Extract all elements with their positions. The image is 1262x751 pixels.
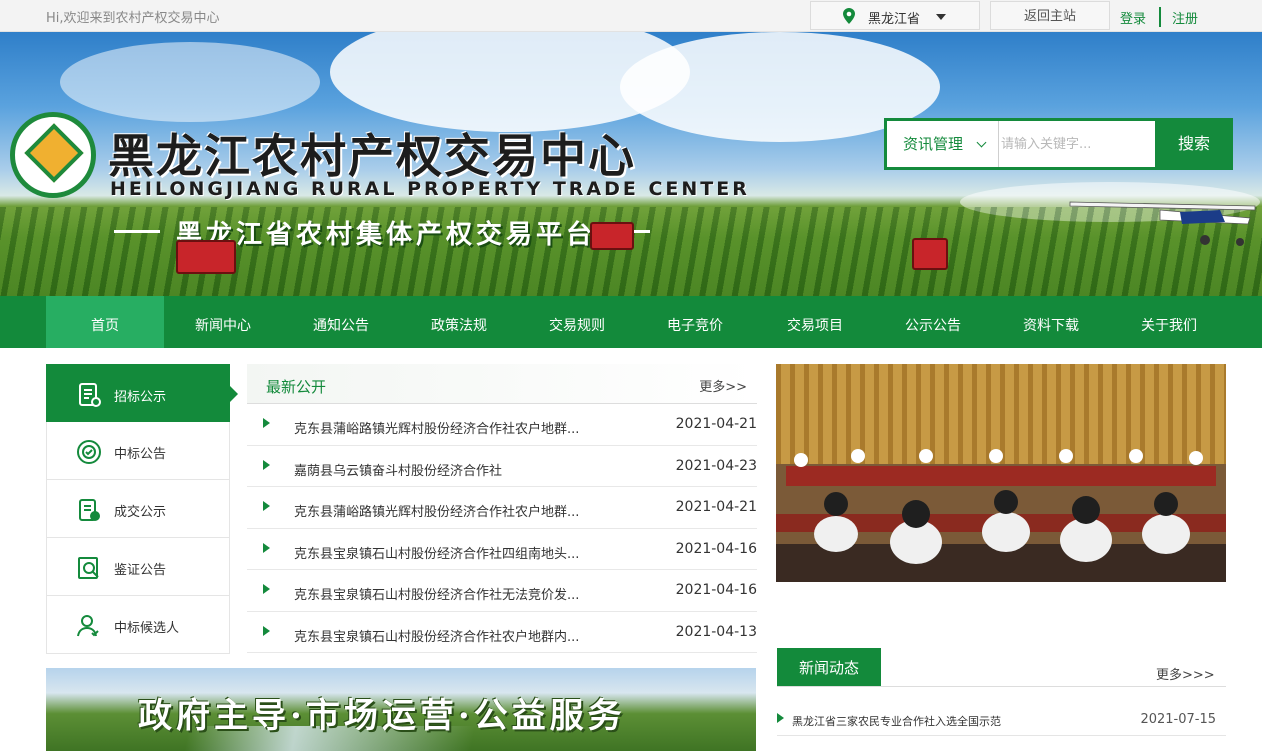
- list-item-title: 克东县蒲峪路镇光辉村股份经济合作社农户地群...: [294, 422, 580, 437]
- region-label: 黑龙江省: [868, 12, 921, 27]
- divider: [1159, 7, 1161, 27]
- side-item-label: 鉴证公告: [114, 563, 167, 578]
- meeting-photo-image: [776, 364, 1226, 582]
- nav-item-home[interactable]: 首页: [46, 296, 164, 348]
- news-item-title: 黑龙江省三家农民专业合作社入选全国示范: [792, 715, 1001, 728]
- location-pin-icon: [843, 8, 855, 24]
- side-item-certification-notice[interactable]: 鉴证公告: [46, 538, 230, 596]
- search-category-label: 资讯管理: [903, 135, 964, 153]
- latest-list: 最新公开 更多>> 克东县蒲峪路镇光辉村股份经济合作社农户地群... 2021-…: [247, 364, 757, 653]
- more-link[interactable]: 更多>>: [699, 376, 747, 395]
- search-category-dropdown[interactable]: 资讯管理: [887, 121, 999, 167]
- news-item[interactable]: 黑龙江省三家农民专业合作社入选全国示范 2021-07-15: [777, 706, 1226, 736]
- side-item-deal-publicity[interactable]: 成交公示: [46, 480, 230, 538]
- side-item-label: 中标公告: [114, 447, 167, 462]
- triangle-bullet-icon: [263, 584, 270, 594]
- register-link[interactable]: 注册: [1172, 8, 1198, 27]
- section-title: 最新公开: [266, 378, 327, 396]
- airplane-image: [1069, 201, 1256, 246]
- latest-header: 最新公开 更多>>: [247, 364, 757, 404]
- award-badge-icon: [77, 440, 101, 464]
- site-subtitle-en: HEILONGJIANG RURAL PROPERTY TRADE CENTER: [110, 178, 750, 200]
- caret-down-icon: [936, 14, 946, 20]
- side-menu: 招标公示 中标公告 成交公示 鉴证公告 中标候选人: [46, 364, 238, 654]
- side-item-candidates[interactable]: 中标候选人: [46, 596, 230, 654]
- triangle-bullet-icon: [777, 713, 784, 723]
- slogan-banner[interactable]: 政府主导·市场运营·公益服务: [46, 668, 756, 751]
- tractor-image: [176, 240, 236, 274]
- triangle-bullet-icon: [263, 625, 270, 636]
- clipboard-check-icon: [79, 499, 100, 521]
- top-bar: Hi,欢迎来到农村产权交易中心 黑龙江省 返回主站 登录 注册: [0, 0, 1262, 32]
- tractor-image: [912, 238, 948, 270]
- side-item-label: 中标候选人: [114, 621, 180, 636]
- cloud-shape: [60, 42, 320, 122]
- side-item-label: 成交公示: [114, 505, 167, 520]
- triangle-bullet-icon: [263, 542, 270, 553]
- tractor-image: [590, 222, 634, 250]
- back-home-button[interactable]: 返回主站: [990, 1, 1110, 30]
- news-tab[interactable]: 新闻动态: [777, 648, 881, 686]
- list-item-title: 克东县宝泉镇石山村股份经济合作社农户地群内...: [294, 629, 580, 645]
- search-box: 资讯管理 搜索: [884, 118, 1233, 170]
- nav-item-about[interactable]: 关于我们: [1110, 296, 1228, 348]
- triangle-bullet-icon: [263, 501, 270, 511]
- search-input[interactable]: [1001, 125, 1151, 163]
- list-item-date: 2021-04-21: [675, 499, 757, 515]
- nav-item-projects[interactable]: 交易项目: [756, 296, 874, 348]
- chevron-down-icon: [976, 137, 987, 148]
- news-more-link[interactable]: 更多>>>: [1156, 664, 1215, 683]
- list-item-title: 嘉荫县乌云镇奋斗村股份经济合作社: [294, 463, 503, 479]
- search-button[interactable]: 搜索: [1155, 118, 1233, 170]
- side-item-bid-publicity[interactable]: 招标公示: [46, 364, 238, 422]
- list-item[interactable]: 克东县蒲峪路镇光辉村股份经济合作社农户地群... 2021-04-21: [247, 487, 757, 529]
- platform-slogan: 黑龙江省农村集体产权交易平台: [176, 220, 597, 250]
- side-item-label: 招标公示: [114, 390, 167, 405]
- decorative-line: [114, 230, 160, 233]
- meeting-photo[interactable]: [776, 364, 1226, 582]
- login-link[interactable]: 登录: [1120, 8, 1146, 27]
- list-item[interactable]: 克东县宝泉镇石山村股份经济合作社农户地群内... 2021-04-13: [247, 612, 757, 653]
- nav-item-news[interactable]: 新闻中心: [164, 296, 282, 348]
- news-item-date: 2021-07-15: [1140, 712, 1216, 727]
- nav-item-publicity[interactable]: 公示公告: [874, 296, 992, 348]
- main-nav: 首页 新闻中心 通知公告 政策法规 交易规则 电子竞价 交易项目 公示公告 资料…: [0, 296, 1262, 348]
- triangle-bullet-icon: [263, 418, 270, 428]
- list-item-date: 2021-04-16: [675, 582, 757, 598]
- slogan-text: 政府主导·市场运营·公益服务: [138, 696, 626, 736]
- side-item-award-notice[interactable]: 中标公告: [46, 422, 230, 480]
- welcome-text: Hi,欢迎来到农村产权交易中心: [46, 11, 220, 26]
- list-item[interactable]: 嘉荫县乌云镇奋斗村股份经济合作社 2021-04-23: [247, 446, 757, 487]
- nav-item-e-bidding[interactable]: 电子竞价: [636, 296, 754, 348]
- triangle-bullet-icon: [263, 459, 270, 470]
- list-item-title: 克东县宝泉镇石山村股份经济合作社四组南地头...: [294, 546, 580, 562]
- list-item[interactable]: 克东县宝泉镇石山村股份经济合作社四组南地头... 2021-04-16: [247, 529, 757, 570]
- list-item-title: 克东县蒲峪路镇光辉村股份经济合作社农户地群...: [294, 505, 580, 520]
- nav-item-policy[interactable]: 政策法规: [400, 296, 518, 348]
- list-item-date: 2021-04-13: [675, 623, 757, 640]
- list-item-date: 2021-04-21: [675, 416, 757, 432]
- list-item-date: 2021-04-23: [675, 457, 757, 474]
- divider: [777, 686, 1226, 687]
- list-item-date: 2021-04-16: [675, 540, 757, 557]
- nav-item-downloads[interactable]: 资料下载: [992, 296, 1110, 348]
- certificate-search-icon: [78, 557, 99, 579]
- list-item-title: 克东县宝泉镇石山村股份经济合作社无法竞价发...: [294, 588, 580, 603]
- list-item[interactable]: 克东县宝泉镇石山村股份经济合作社无法竞价发... 2021-04-16: [247, 570, 757, 612]
- region-selector[interactable]: 黑龙江省: [810, 1, 980, 30]
- nav-item-rules[interactable]: 交易规则: [518, 296, 636, 348]
- document-list-icon: [79, 383, 101, 407]
- user-check-icon: [77, 615, 99, 637]
- list-item[interactable]: 克东县蒲峪路镇光辉村股份经济合作社农户地群... 2021-04-21: [247, 404, 757, 446]
- nav-item-notices[interactable]: 通知公告: [282, 296, 400, 348]
- site-title: 黑龙江农村产权交易中心: [108, 129, 636, 183]
